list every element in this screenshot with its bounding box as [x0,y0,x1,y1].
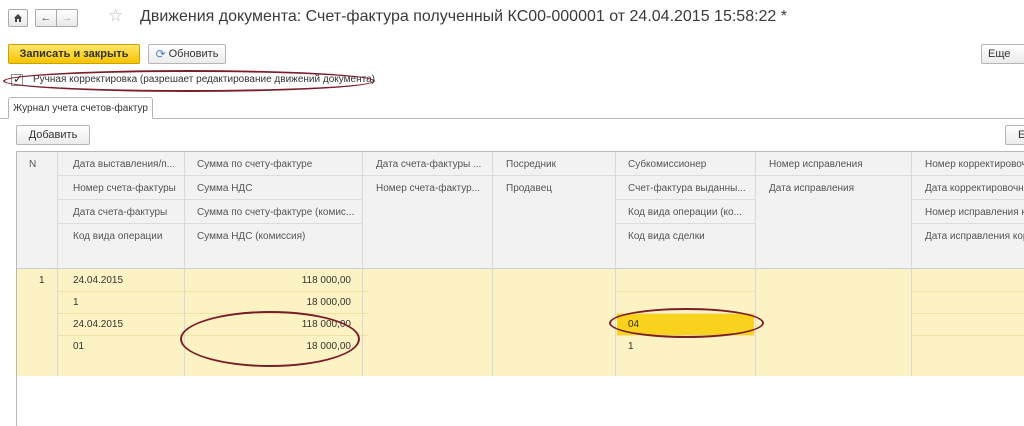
manual-correction-checkbox[interactable]: ✓ [11,72,24,86]
row-number[interactable]: 1 [39,275,45,286]
table-header: N Дата выставления/п... Номер счета-факт… [17,152,1024,269]
row-issue-date[interactable]: 24.04.2015 [73,275,123,286]
checkmark-icon: ✓ [13,72,24,86]
row-vat-sum[interactable]: 18 000,00 [185,297,352,308]
column-separator [57,152,58,376]
home-icon [14,14,22,22]
refresh-button[interactable]: ⟳ Обновить [148,44,226,64]
header-adjustment-correction-number[interactable]: Номер исправления ко [925,207,1024,218]
row-invoice-number[interactable]: 1 [73,297,79,308]
header-subcommissioner[interactable]: Субкомиссионер [628,159,754,170]
header-commission-vat[interactable]: Сумма НДС (комиссия) [197,231,361,242]
header-line [493,175,615,176]
column-separator [911,152,912,376]
column-separator [184,152,185,376]
row-deal-code[interactable]: 1 [628,341,634,352]
command-bar: Записать и закрыть ⟳ Обновить Еще [0,42,1024,66]
manual-correction-row: ✓ Ручная корректировка (разрешает редакт… [0,70,400,90]
title-bar: ← → ☆ Движения документа: Счет-фактура п… [0,0,1024,36]
add-row-button[interactable]: Добавить [16,125,90,145]
header-operation-code[interactable]: Код вида операции [73,231,183,242]
refresh-icon: ⟳ [155,47,166,61]
header-invoice-sum[interactable]: Сумма по счету-фактуре [197,159,361,170]
column-separator [615,152,616,376]
header-issue-date[interactable]: Дата выставления/п... [73,159,183,170]
header-line [185,223,362,224]
header-correction-date[interactable]: Дата исправления [769,183,910,194]
forward-button[interactable]: → [56,9,78,27]
header-adjustment-number[interactable]: Номер корректировочн [925,159,1024,170]
header-line [912,223,1024,224]
row-line [616,335,755,336]
column-separator [755,152,756,376]
row-line [912,335,1024,336]
column-separator [492,152,493,376]
column-separator [362,152,363,376]
tab-invoice-journal[interactable]: Журнал учета счетов-фактур [8,97,153,119]
tab-divider [0,118,1024,119]
row-operation-code-ko[interactable]: 04 [628,319,639,330]
header-line [912,199,1024,200]
table-more-button[interactable]: Е [1005,125,1024,145]
header-line [616,223,755,224]
row-line [912,313,1024,314]
header-invoice-date-2[interactable]: Дата счета-фактуры ... [376,159,491,170]
header-line [185,175,362,176]
header-line [58,175,184,176]
header-correction-number[interactable]: Номер исправления [769,159,910,170]
header-line [912,175,1024,176]
header-invoice-number[interactable]: Номер счета-фактуры [73,183,183,194]
arrow-left-icon: ← [40,12,52,24]
header-line [756,175,911,176]
manual-correction-label[interactable]: Ручная корректировка (разрешает редактир… [33,74,375,85]
row-line [58,291,368,292]
header-intermediary[interactable]: Посредник [506,159,614,170]
header-deal-code[interactable]: Код вида сделки [628,231,754,242]
header-n[interactable]: N [29,159,36,170]
arrow-right-icon: → [61,12,73,24]
header-issued-invoice[interactable]: Счет-фактура выданны... [628,183,754,194]
row-invoice-sum[interactable]: 118 000,00 [185,275,351,286]
header-adjustment-correction-date[interactable]: Дата исправления корр [925,231,1024,242]
row-operation-code[interactable]: 01 [73,341,84,352]
row-line [912,291,1024,292]
movements-table: N Дата выставления/п... Номер счета-факт… [16,151,1024,426]
home-button[interactable] [8,9,28,27]
row-line [58,335,368,336]
refresh-label: Обновить [168,48,219,60]
more-button[interactable]: Еще [981,44,1024,64]
header-adjustment-date[interactable]: Дата корректировочно [925,183,1024,194]
row-invoice-date[interactable]: 24.04.2015 [73,319,123,330]
row-commission-vat[interactable]: 18 000,00 [185,341,352,352]
header-operation-code-ko[interactable]: Код вида операции (ко... [628,207,754,218]
row-commission-sum[interactable]: 118 000,00 [185,319,351,330]
header-line [185,199,362,200]
header-invoice-date[interactable]: Дата счета-фактуры [73,207,183,218]
favorite-star-icon[interactable]: ☆ [108,6,123,26]
table-row[interactable]: 1 24.04.2015 1 24.04.2015 01 118 000,00 … [17,269,1024,376]
row-line [58,313,368,314]
row-line [616,291,755,292]
header-line [58,223,184,224]
header-line [363,175,492,176]
header-vat-sum[interactable]: Сумма НДС [197,183,361,194]
header-invoice-number-2[interactable]: Номер счета-фактур... [376,183,491,194]
header-seller[interactable]: Продавец [506,183,614,194]
back-button[interactable]: ← [35,9,57,27]
header-commission-sum[interactable]: Сумма по счету-фактуре (комис... [197,207,361,218]
page-title: Движения документа: Счет-фактура получен… [140,8,787,25]
save-and-close-button[interactable]: Записать и закрыть [8,44,140,64]
header-line [58,199,184,200]
header-line [616,175,755,176]
header-line [616,199,755,200]
